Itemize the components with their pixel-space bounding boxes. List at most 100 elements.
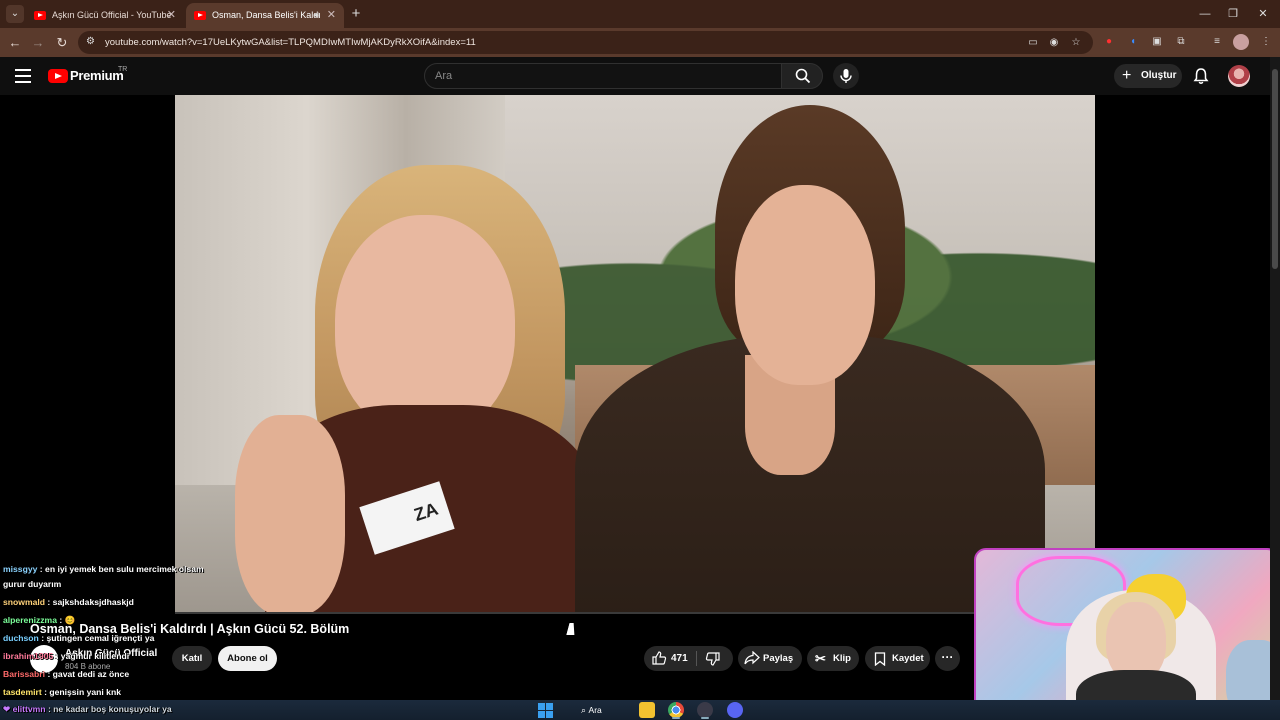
taskbar-search[interactable]: ⌕ Ara bbox=[581, 703, 621, 717]
tab-title: Osman, Dansa Belis'i Kaldı bbox=[212, 10, 321, 20]
address-bar[interactable]: ⚙ youtube.com/watch?v=17UeLKytwGA&list=T… bbox=[78, 31, 1093, 54]
stream-chat-overlay: missgyy : en iyi yemek ben sulu mercimek… bbox=[0, 560, 300, 720]
discord-icon[interactable] bbox=[727, 702, 743, 718]
chat-username: missgyy bbox=[3, 564, 38, 574]
chat-message: alperenizzma : 😊 bbox=[3, 615, 75, 626]
star-icon[interactable]: ☆ bbox=[1068, 35, 1084, 51]
chat-message: ibrahim1905 : yağmur kilitlendi bbox=[3, 651, 129, 661]
close-icon[interactable]: ✕ bbox=[327, 3, 336, 28]
obs-icon[interactable] bbox=[697, 702, 713, 719]
country-code: TR bbox=[118, 66, 128, 73]
active-indicator bbox=[701, 717, 709, 719]
like-icon[interactable] bbox=[651, 650, 667, 666]
profile-avatar[interactable] bbox=[1233, 34, 1249, 50]
windows-icon[interactable] bbox=[538, 703, 553, 718]
youtube-header: Premium TR + Oluştur bbox=[0, 57, 1270, 95]
chat-message: gurur duyarım bbox=[3, 579, 61, 589]
chrome-icon[interactable] bbox=[668, 702, 684, 719]
maximize-button[interactable]: ❐ bbox=[1216, 4, 1250, 24]
chat-text: : şutingen cemal iğrençti ya bbox=[41, 633, 155, 643]
chat-username: alperenizzma bbox=[3, 615, 57, 625]
streamer-webcam bbox=[974, 548, 1279, 720]
scrollbar-thumb[interactable] bbox=[1272, 69, 1278, 269]
like-count: 471 bbox=[671, 653, 688, 664]
account-avatar[interactable] bbox=[1228, 65, 1250, 87]
clip-label: Klip bbox=[833, 653, 851, 664]
mouse-cursor bbox=[566, 623, 578, 635]
chat-message: tasdemirt : genişsin yani knk bbox=[3, 687, 121, 697]
tampermonkey-extension-icon[interactable]: ▣ bbox=[1149, 34, 1165, 50]
chat-username: elittvmn bbox=[12, 704, 46, 714]
tab-search-chevron-down-icon[interactable]: ⌄ bbox=[6, 5, 24, 23]
youtube-tab-icon bbox=[34, 11, 46, 21]
cast-icon[interactable]: ▭ bbox=[1025, 35, 1041, 51]
youtube-tab-icon bbox=[194, 11, 206, 21]
like-dislike-pill: 471 bbox=[644, 646, 733, 671]
search-input[interactable] bbox=[435, 64, 765, 88]
url-text[interactable]: youtube.com/watch?v=17UeLKytwGA&list=TLP… bbox=[105, 31, 476, 54]
bookmark-icon bbox=[874, 652, 886, 666]
search-button[interactable] bbox=[781, 63, 823, 89]
video-progress-bar[interactable] bbox=[175, 612, 1095, 614]
new-tab-button[interactable]: + bbox=[346, 4, 366, 24]
file-explorer-icon[interactable] bbox=[639, 702, 655, 718]
scissors-icon: ✂ bbox=[815, 651, 826, 666]
page-scrollbar[interactable] bbox=[1270, 57, 1280, 700]
reload-icon[interactable]: ↻ bbox=[52, 33, 72, 53]
more-actions-button[interactable]: ··· bbox=[935, 646, 960, 671]
clip-button[interactable]: ✂ Klip bbox=[807, 646, 859, 671]
share-label: Paylaş bbox=[763, 653, 794, 664]
extension-icon[interactable]: ⧉ bbox=[1173, 34, 1189, 50]
tab-askin-gucu-official[interactable]: Aşkın Gücü Official - YouTube ✕ bbox=[26, 3, 184, 28]
chat-text: : ne kadar boş konuşuyolar ya bbox=[47, 704, 172, 714]
search-box bbox=[424, 63, 782, 89]
chat-text: : sajkshdaksjdhaskjd bbox=[47, 597, 134, 607]
chat-message: duchson : şutingen cemal iğrençti ya bbox=[3, 633, 154, 643]
chat-message: ❤ elittvmn : ne kadar boş konuşuyolar ya bbox=[3, 704, 172, 715]
plus-icon: + bbox=[1122, 67, 1132, 84]
save-label: Kaydet bbox=[892, 653, 924, 664]
chat-username: tasdemirt bbox=[3, 687, 42, 697]
voice-search-button[interactable] bbox=[833, 63, 859, 89]
taskbar-search-label: Ara bbox=[588, 705, 602, 715]
tab-title: Aşkın Gücü Official - YouTube bbox=[52, 10, 172, 20]
chat-username: Barissabri bbox=[3, 669, 46, 679]
create-label: Oluştur bbox=[1141, 70, 1177, 81]
chat-message: snowmald : sajkshdaksjdhaskjd bbox=[3, 597, 134, 607]
close-icon[interactable]: ✕ bbox=[167, 3, 176, 28]
dislike-icon[interactable] bbox=[705, 651, 721, 667]
youtube-logo-icon[interactable] bbox=[48, 69, 68, 83]
active-indicator bbox=[672, 717, 680, 719]
screen: ⌄ Aşkın Gücü Official - YouTube ✕ Osman,… bbox=[0, 0, 1280, 720]
chat-username: ibrahim1905 bbox=[3, 651, 54, 661]
chat-text: : en iyi yemek ben sulu mercimek olsam bbox=[39, 564, 204, 574]
audio-icon[interactable]: 🔊︎ bbox=[314, 3, 320, 28]
forward-icon[interactable]: → bbox=[28, 33, 48, 53]
back-icon[interactable]: ← bbox=[5, 33, 25, 53]
window-close-button[interactable]: ✕ bbox=[1246, 4, 1280, 24]
reading-list-icon[interactable]: ≡ bbox=[1209, 34, 1225, 50]
video-player[interactable]: ZA bbox=[175, 95, 1095, 612]
create-button[interactable]: + Oluştur bbox=[1114, 64, 1182, 88]
chat-badge-icon: ❤ bbox=[3, 704, 13, 714]
eye-off-icon[interactable]: ◉ bbox=[1046, 35, 1062, 51]
chat-text: gurur duyarım bbox=[3, 579, 62, 589]
hamburger-icon[interactable] bbox=[15, 69, 31, 83]
menu-icon[interactable]: ⋮ bbox=[1258, 34, 1274, 50]
bell-icon[interactable] bbox=[1192, 67, 1210, 85]
record-extension-icon[interactable]: ● bbox=[1101, 34, 1117, 50]
video-person-right-face bbox=[735, 185, 875, 385]
chat-username: duchson bbox=[3, 633, 39, 643]
youtube-logo-text[interactable]: Premium bbox=[70, 68, 124, 83]
divider bbox=[696, 651, 697, 666]
audio-extension-icon[interactable]: ◖ bbox=[1125, 34, 1141, 50]
mic-icon bbox=[840, 69, 852, 83]
tab-current-video[interactable]: Osman, Dansa Belis'i Kaldı 🔊︎ ✕ bbox=[186, 3, 344, 28]
browser-tabstrip: ⌄ Aşkın Gücü Official - YouTube ✕ Osman,… bbox=[0, 0, 1280, 28]
share-button[interactable]: Paylaş bbox=[738, 646, 802, 671]
chat-username: snowmald bbox=[3, 597, 46, 607]
save-button[interactable]: Kaydet bbox=[865, 646, 930, 671]
search-icon: ⌕ bbox=[581, 705, 589, 715]
chat-message: missgyy : en iyi yemek ben sulu mercimek… bbox=[3, 564, 204, 574]
site-info-icon[interactable]: ⚙ bbox=[86, 36, 98, 48]
